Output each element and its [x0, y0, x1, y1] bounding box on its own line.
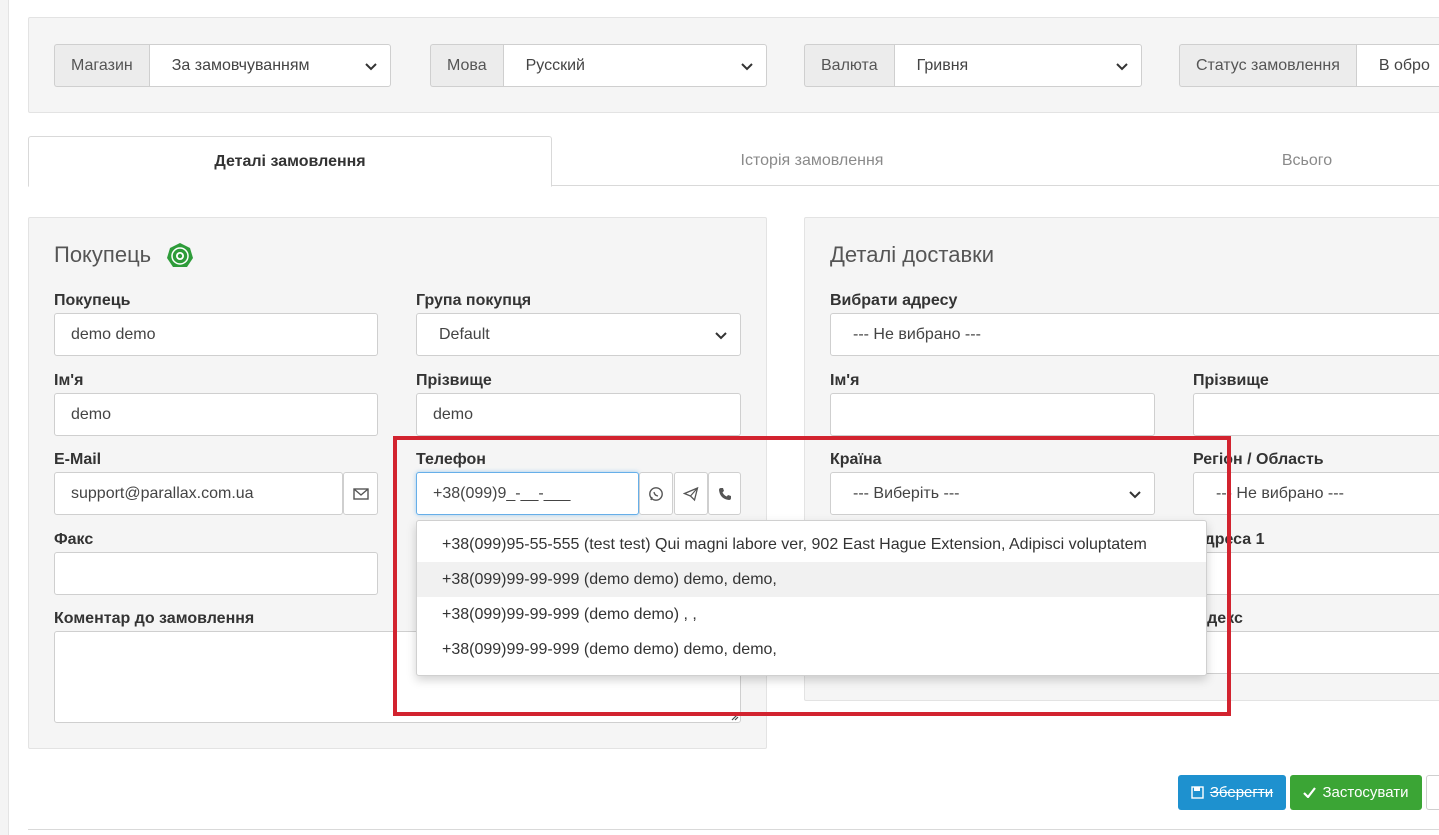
lastname-label: Прізвище: [416, 372, 492, 389]
autocomplete-item[interactable]: +38(099)95-55-555 (test test) Qui magni …: [417, 527, 1206, 562]
tab-order-history[interactable]: Історія замовлення: [552, 136, 1072, 186]
region-label: Регіон / Область: [1193, 451, 1324, 468]
tab-total[interactable]: Всього: [1072, 136, 1439, 186]
currency-label: Валюта: [804, 44, 894, 87]
autocomplete-item[interactable]: +38(099)99-99-999 (demo demo) demo, demo…: [417, 632, 1206, 667]
call-button[interactable]: [708, 472, 741, 515]
floppy-disk-icon: [1191, 786, 1204, 799]
customer-group-label: Група покупця: [416, 292, 532, 309]
customer-label: Покупець: [54, 292, 131, 309]
lastname-input[interactable]: demo: [416, 393, 741, 436]
delivery-panel-title: Деталі доставки: [830, 242, 995, 267]
store-select-group: Магазин За замовчуванням: [54, 44, 391, 87]
postcode-input[interactable]: [1193, 631, 1439, 674]
chevron-down-icon: [740, 59, 754, 73]
firstname-label: Ім'я: [54, 372, 84, 389]
whatsapp-icon: [649, 486, 663, 501]
check-icon: [1303, 787, 1317, 798]
email-input[interactable]: support@parallax.com.ua: [54, 472, 343, 515]
phone-autocomplete-dropdown: +38(099)95-55-555 (test test) Qui magni …: [416, 520, 1207, 676]
language-value: Русский: [525, 56, 585, 74]
country-select-value: --- Виберіть ---: [853, 484, 960, 502]
status-label: Статус замовлення: [1179, 44, 1356, 87]
order-tabs: Деталі замовлення Історія замовлення Всь…: [28, 136, 1439, 187]
address-select-value: --- Не вибрано ---: [853, 325, 981, 343]
country-select[interactable]: --- Виберіть ---: [830, 472, 1155, 515]
phone-label: Телефон: [416, 451, 486, 468]
fax-label: Факс: [54, 531, 94, 548]
telegram-icon: [683, 486, 699, 501]
customer-group-select[interactable]: Default: [416, 313, 741, 356]
currency-value: Гривня: [916, 56, 969, 74]
phone-input[interactable]: +38(099)9_-__-___: [416, 472, 639, 515]
whatsapp-button[interactable]: [639, 472, 673, 515]
region-select[interactable]: --- Не вибрано ---: [1193, 472, 1439, 515]
address-select[interactable]: --- Не вибрано ---: [830, 313, 1439, 356]
chevron-down-icon: [714, 328, 728, 342]
autocomplete-item[interactable]: +38(099)99-99-999 (demo demo) , ,: [417, 597, 1206, 632]
fax-input[interactable]: [54, 552, 378, 595]
chevron-down-icon: [1115, 59, 1129, 73]
save-button-label: Зберегти: [1209, 784, 1274, 801]
language-select[interactable]: Русский: [502, 44, 767, 87]
currency-select-group: Валюта Гривня: [804, 44, 1142, 87]
delivery-firstname-label: Ім'я: [830, 372, 860, 389]
language-select-group: Мова Русский: [430, 44, 767, 87]
select-address-label: Вибрати адресу: [830, 292, 958, 309]
status-select[interactable]: В обро: [1355, 44, 1439, 87]
comment-label: Коментар до замовлення: [54, 610, 255, 627]
extra-button[interactable]: [1426, 775, 1439, 810]
customer-group-value: Default: [439, 325, 490, 343]
country-label: Країна: [830, 451, 882, 468]
store-label: Магазин: [54, 44, 149, 87]
delivery-firstname-input[interactable]: [830, 393, 1155, 436]
tab-order-details[interactable]: Деталі замовлення: [28, 136, 552, 187]
region-select-value: --- Не вибрано ---: [1216, 484, 1344, 502]
status-value: В обро: [1378, 56, 1430, 74]
customer-status-icon: [167, 243, 193, 267]
apply-button-label: Застосувати: [1322, 784, 1409, 801]
autocomplete-item[interactable]: +38(099)99-99-999 (demo demo) demo, demo…: [417, 562, 1206, 597]
status-select-group: Статус замовлення В обро: [1179, 44, 1439, 87]
customer-panel-title: Покупець: [54, 242, 152, 267]
page-edge: [0, 0, 9, 835]
email-label: E-Mail: [54, 451, 102, 468]
chevron-down-icon: [364, 59, 378, 73]
apply-button[interactable]: Застосувати: [1290, 775, 1422, 810]
delivery-lastname-label: Прізвище: [1193, 372, 1269, 389]
delivery-lastname-input[interactable]: [1193, 393, 1439, 436]
filter-bar: Магазин За замовчуванням Мова Русский Ва…: [28, 17, 1439, 113]
phone-icon: [718, 487, 731, 500]
currency-select[interactable]: Гривня: [893, 44, 1142, 87]
save-button[interactable]: Зберегти: [1178, 775, 1286, 810]
address1-input[interactable]: [1193, 552, 1439, 595]
customer-input[interactable]: demo demo: [54, 313, 378, 356]
store-select[interactable]: За замовчуванням: [148, 44, 391, 87]
envelope-icon: [352, 487, 369, 500]
email-button[interactable]: [343, 472, 378, 515]
firstname-input[interactable]: demo: [54, 393, 378, 436]
telegram-button[interactable]: [674, 472, 708, 515]
footer-divider: [28, 829, 1439, 830]
store-value: За замовчуванням: [171, 56, 310, 74]
language-label: Мова: [430, 44, 503, 87]
resize-handle-icon[interactable]: [729, 711, 739, 721]
chevron-down-icon: [1128, 487, 1142, 501]
